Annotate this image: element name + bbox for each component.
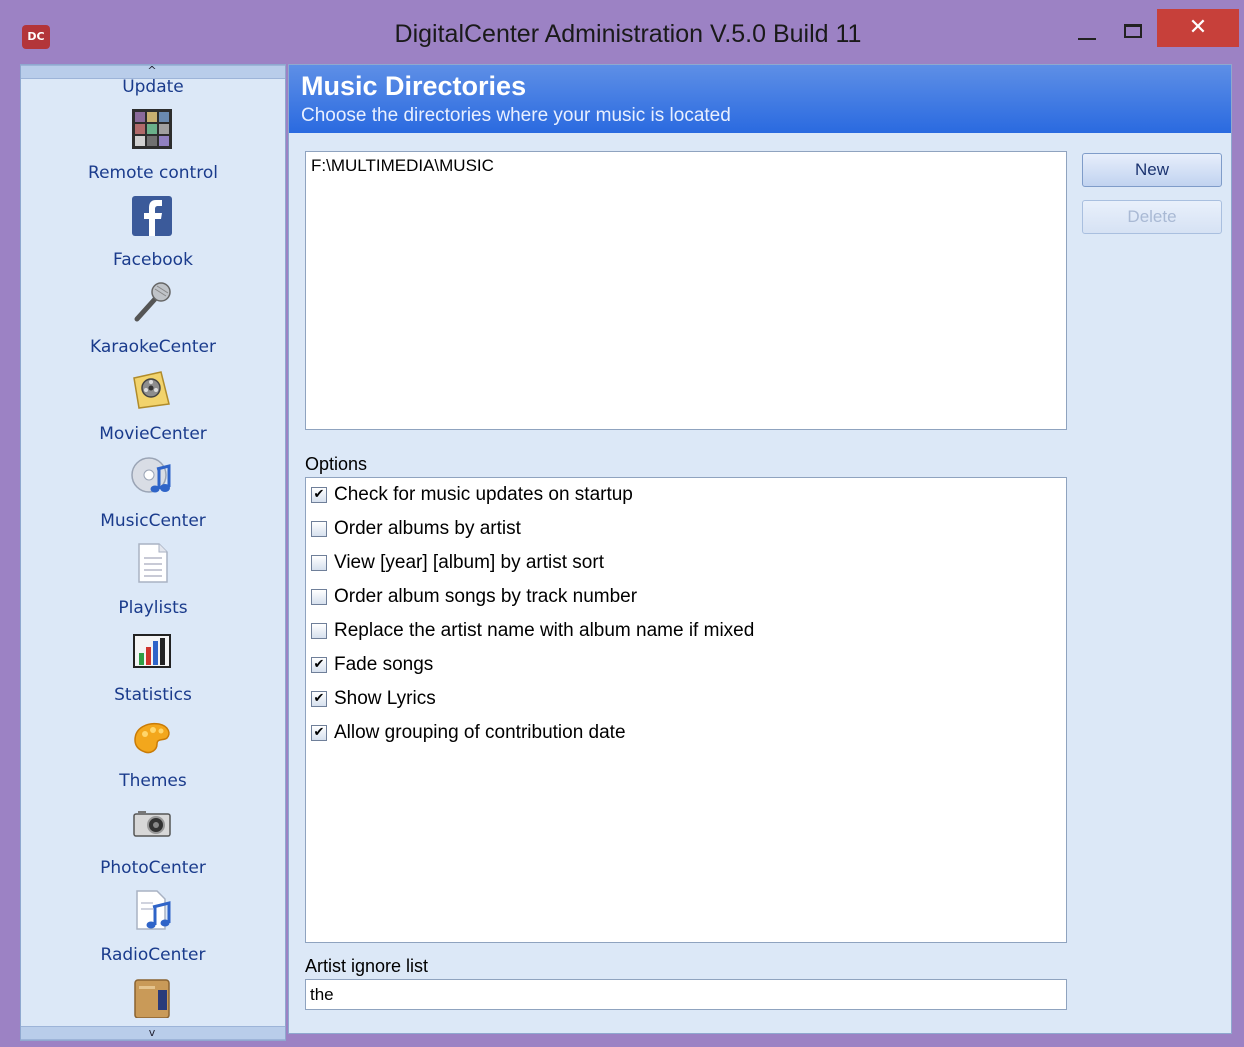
options-list: ✔ Check for music updates on startup Ord… (305, 477, 1067, 943)
chevron-up-icon: ^ (147, 64, 157, 77)
sidebar-item-moviecenter[interactable]: MovieCenter (21, 424, 285, 444)
sidebar-item-karaokecenter[interactable]: KaraokeCenter (21, 337, 285, 357)
checkbox[interactable] (311, 521, 327, 537)
sidebar-item-statistics[interactable]: Statistics (21, 685, 285, 705)
artist-ignore-input[interactable] (305, 979, 1067, 1010)
sidebar-item-photocenter[interactable]: PhotoCenter (21, 858, 285, 878)
checkbox[interactable]: ✔ (311, 487, 327, 503)
paint-palette-icon[interactable] (131, 716, 173, 758)
option-label[interactable]: Check for music updates on startup (334, 484, 633, 506)
option-label[interactable]: View [year] [album] by artist sort (334, 552, 604, 574)
maximize-button[interactable] (1110, 14, 1156, 44)
microphone-icon[interactable] (131, 281, 173, 323)
facebook-icon[interactable] (131, 195, 173, 237)
minimize-button[interactable] (1064, 14, 1110, 44)
option-label[interactable]: Show Lyrics (334, 688, 436, 710)
option-label[interactable]: Order album songs by track number (334, 586, 637, 608)
options-label: Options (305, 454, 368, 474)
minimize-icon (1078, 38, 1096, 40)
bar-chart-icon[interactable] (131, 629, 173, 671)
sidebar-item-remote-control[interactable]: Remote control (21, 163, 285, 183)
list-item[interactable]: F:\MULTIMEDIA\MUSIC (311, 156, 494, 176)
music-cd-icon[interactable] (131, 455, 173, 497)
chevron-down-icon: v (148, 1026, 156, 1039)
page-header: Music Directories Choose the directories… (289, 65, 1231, 133)
camera-icon[interactable] (131, 803, 173, 845)
app-window: DC DigitalCenter Administration V.5.0 Bu… (0, 0, 1244, 1047)
option-label[interactable]: Replace the artist name with album name … (334, 620, 754, 642)
delete-button[interactable]: Delete (1082, 200, 1222, 234)
remote-control-icon[interactable] (131, 108, 173, 150)
sidebar-item-facebook[interactable]: Facebook (21, 250, 285, 270)
music-note-document-icon[interactable] (131, 889, 173, 931)
playlist-document-icon[interactable] (131, 542, 173, 584)
sidebar-item-playlists[interactable]: Playlists (21, 598, 285, 618)
checkbox[interactable]: ✔ (311, 691, 327, 707)
checkbox[interactable] (311, 589, 327, 605)
checkbox[interactable] (311, 623, 327, 639)
close-button[interactable]: ✕ (1157, 9, 1239, 47)
page-title: Music Directories (301, 71, 527, 101)
title-bar[interactable]: DC DigitalCenter Administration V.5.0 Bu… (0, 0, 1244, 62)
sidebar-nav: ^ Update Remote control Facebook Karaoke… (20, 64, 286, 1041)
window-title: DigitalCenter Administration V.5.0 Build… (394, 20, 862, 48)
sidebar-scroll-down-button[interactable]: v (21, 1026, 285, 1040)
option-label[interactable]: Allow grouping of contribution date (334, 722, 626, 744)
sidebar-item-musiccenter[interactable]: MusicCenter (21, 511, 285, 531)
film-reel-icon[interactable] (131, 368, 173, 410)
sidebar-item-update[interactable]: Update (21, 77, 285, 97)
main-panel: Music Directories Choose the directories… (288, 64, 1232, 1034)
checkbox[interactable]: ✔ (311, 725, 327, 741)
sidebar-item-themes[interactable]: Themes (21, 771, 285, 791)
option-label[interactable]: Order albums by artist (334, 518, 521, 540)
page-subtitle: Choose the directories where your music … (301, 105, 731, 126)
checkbox[interactable] (311, 555, 327, 571)
sidebar-item-radiocenter[interactable]: RadioCenter (21, 945, 285, 965)
music-directories-list[interactable]: F:\MULTIMEDIA\MUSIC (305, 151, 1067, 430)
option-label[interactable]: Fade songs (334, 654, 433, 676)
maximize-icon (1124, 24, 1142, 38)
close-icon: ✕ (1188, 15, 1208, 40)
checkbox[interactable]: ✔ (311, 657, 327, 673)
new-button[interactable]: New (1082, 153, 1222, 187)
radio-icon[interactable] (131, 976, 173, 1018)
artist-ignore-label: Artist ignore list (305, 956, 429, 976)
